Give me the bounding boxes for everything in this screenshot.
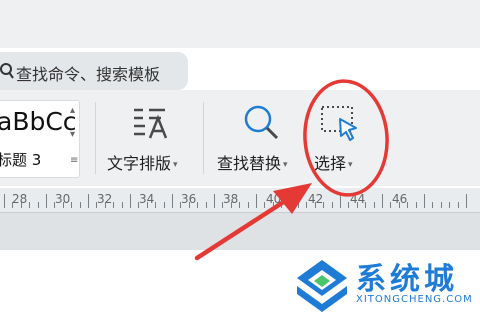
ruler-tick — [197, 202, 199, 208]
ribbon-top-bar — [0, 0, 480, 48]
ruler-tick — [230, 202, 232, 208]
ruler-tick — [205, 202, 207, 208]
text-layout-button[interactable]: 文字排版 ▾ — [100, 98, 195, 178]
ruler-tick — [54, 202, 56, 208]
ruler-tick — [331, 202, 333, 208]
ruler-tick — [306, 202, 308, 208]
ruler-tick — [314, 202, 316, 208]
ruler-tick — [340, 194, 341, 208]
style-sample-text: aBbCc — [0, 107, 77, 136]
search-placeholder: 查找命令、搜索模板 — [16, 65, 161, 84]
scroll-down-icon[interactable]: ▾ — [70, 130, 75, 140]
ruler-tick — [390, 202, 392, 208]
command-search-box[interactable]: 查找命令、搜索模板 — [0, 52, 188, 90]
ruler-tick — [298, 194, 299, 208]
dropdown-caret-icon: ▾ — [348, 159, 353, 170]
ribbon-separator — [95, 102, 96, 174]
text-layout-label: 文字排版 ▾ — [107, 154, 178, 173]
ruler-tick — [466, 194, 467, 208]
ruler-tick — [222, 202, 224, 208]
ruler-tick — [264, 202, 266, 208]
ruler-tick — [62, 202, 64, 208]
ruler-tick — [323, 202, 325, 208]
dropdown-caret-icon: ▾ — [173, 159, 178, 170]
ruler-tick — [365, 202, 367, 208]
ruler-tick — [188, 202, 190, 208]
ruler-tick — [432, 202, 434, 208]
search-icon — [0, 63, 14, 79]
find-replace-button[interactable]: 查找替换 ▾ — [210, 98, 302, 178]
ruler-tick — [382, 194, 383, 208]
ruler-tick — [449, 202, 451, 208]
find-replace-label: 查找替换 ▾ — [217, 154, 288, 173]
ruler-tick — [71, 202, 73, 208]
ruler-tick — [12, 202, 14, 208]
magnifier-icon — [244, 105, 279, 140]
ruler-tick — [130, 194, 131, 208]
ruler-tick — [4, 194, 5, 208]
ruler-tick — [407, 202, 409, 208]
ruler-tick — [415, 202, 417, 208]
ruler-tick — [121, 202, 123, 208]
ruler-tick — [356, 202, 358, 208]
ruler-tick — [214, 194, 215, 208]
select-label: 选择 ▾ — [314, 154, 353, 173]
ruler-tick — [37, 202, 39, 208]
ruler-tick — [46, 194, 47, 208]
ruler-tick — [440, 202, 442, 208]
ruler-tick — [348, 202, 350, 208]
ruler-label: 28 — [12, 192, 28, 206]
ruler-tick — [146, 202, 148, 208]
ruler-tick — [457, 202, 459, 208]
ribbon-separator — [203, 102, 204, 174]
expand-gallery-icon[interactable]: ≡ — [70, 156, 78, 166]
ruler-tick — [398, 202, 400, 208]
ruler-tick — [272, 202, 274, 208]
style-gallery-scroller[interactable]: ▴ ▾ ≡ — [70, 104, 82, 176]
watermark-logo-icon — [297, 260, 347, 312]
ruler-tick — [289, 202, 291, 208]
horizontal-ruler[interactable]: 28 30 32 34 36 38 40 42 44 46 — [0, 188, 480, 213]
ruler-tick — [113, 202, 115, 208]
ruler-tick — [247, 202, 249, 208]
document-gutter — [0, 213, 480, 250]
watermark-url: XITONGCHENG.COM — [356, 294, 473, 305]
ruler-tick — [104, 202, 106, 208]
ruler-tick — [79, 202, 81, 208]
ruler-tick — [373, 202, 375, 208]
watermark-name: 系统城 — [356, 262, 458, 297]
style-name-label: 标题 3 — [0, 151, 42, 169]
ruler-tick — [180, 202, 182, 208]
ruler-tick — [155, 202, 157, 208]
style-gallery[interactable]: aBbCc 标题 3 — [0, 100, 80, 178]
ruler-tick — [138, 202, 140, 208]
ruler-tick — [239, 202, 241, 208]
ruler-tick — [88, 194, 89, 208]
ruler-tick — [424, 194, 425, 208]
dropdown-caret-icon: ▾ — [283, 159, 288, 170]
ruler-tick — [96, 202, 98, 208]
text-layout-icon — [134, 108, 168, 139]
select-button[interactable]: 选择 ▾ — [308, 98, 374, 178]
ruler-tick — [256, 194, 257, 208]
ruler-tick — [281, 202, 283, 208]
ruler-tick — [29, 202, 31, 208]
ruler-tick — [163, 202, 165, 208]
ruler-tick — [20, 202, 22, 208]
ruler-tick — [172, 194, 173, 208]
scroll-up-icon[interactable]: ▴ — [70, 106, 75, 116]
watermark: 系统城 XITONGCHENG.COM — [292, 256, 480, 316]
select-cursor-icon — [321, 106, 357, 141]
